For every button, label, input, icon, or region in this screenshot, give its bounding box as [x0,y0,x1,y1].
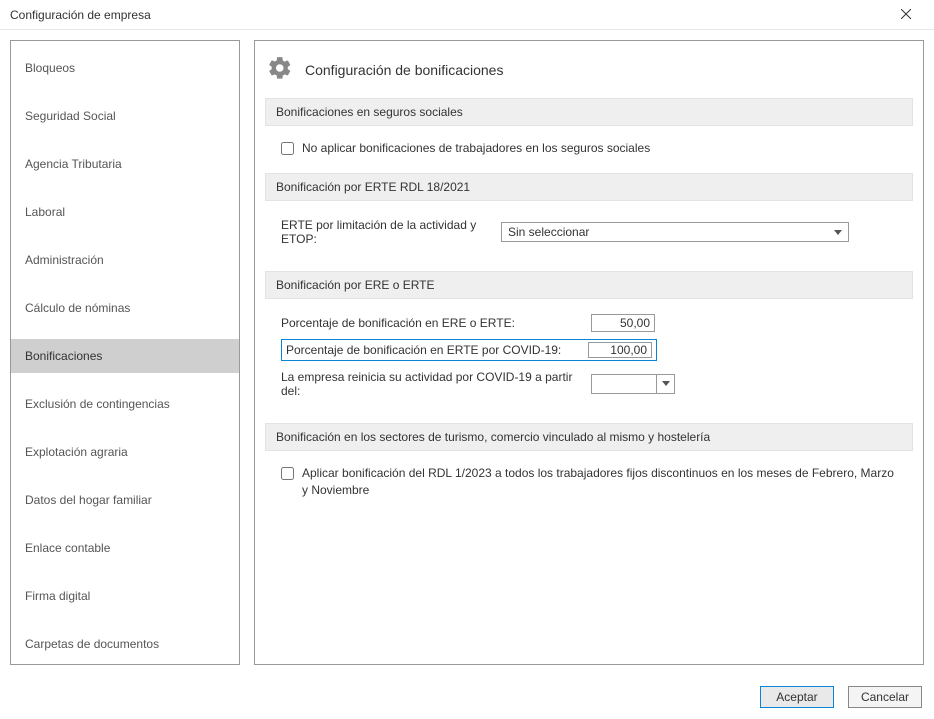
sidebar-item-label: Enlace contable [25,541,110,555]
sidebar-item-label: Firma digital [25,589,90,603]
section-title: Bonificación por ERTE RDL 18/2021 [276,180,470,194]
sidebar-item-calculo-nominas[interactable]: Cálculo de nóminas [11,291,239,325]
sidebar-item-enlace-contable[interactable]: Enlace contable [11,531,239,565]
footer: Aceptar Cancelar [0,675,934,719]
sidebar-item-laboral[interactable]: Laboral [11,195,239,229]
section-title: Bonificación en los sectores de turismo,… [276,430,710,444]
checkbox-no-aplicar-bonificaciones[interactable] [281,142,294,155]
row-no-aplicar-bonificaciones: No aplicar bonificaciones de trabajadore… [281,140,897,157]
section-bar-ere-erte: Bonificación por ERE o ERTE [265,271,913,299]
checkbox-label: Aplicar bonificación del RDL 1/2023 a to… [302,465,897,499]
checkbox-label: No aplicar bonificaciones de trabajadore… [302,140,650,157]
sidebar-item-label: Bonificaciones [25,349,102,363]
sidebar-item-firma-digital[interactable]: Firma digital [11,579,239,613]
sidebar-item-label: Agencia Tributaria [25,157,122,171]
window-title: Configuración de empresa [10,8,151,22]
date-select-reinicia[interactable] [591,374,675,394]
row-pct-ere: Porcentaje de bonificación en ERE o ERTE… [281,313,897,333]
close-button[interactable] [886,1,926,29]
label-reinicia-actividad: La empresa reinicia su actividad por COV… [281,367,591,401]
section-title: Bonificación por ERE o ERTE [276,278,435,292]
sidebar-item-carpetas-documentos[interactable]: Carpetas de documentos [11,627,239,661]
sidebar-item-label: Datos del hogar familiar [25,493,152,507]
cancel-button[interactable]: Cancelar [848,686,922,708]
sidebar-item-exclusion-contingencias[interactable]: Exclusión de contingencias [11,387,239,421]
page-title: Configuración de bonificaciones [305,62,503,78]
label-pct-covid: Porcentaje de bonificación en ERTE por C… [282,340,588,360]
sidebar-item-label: Bloqueos [25,61,75,75]
checkbox-aplicar-rdl-1-2023[interactable] [281,467,294,480]
select-erte-limitacion[interactable]: Sin seleccionar [501,222,849,242]
sidebar-item-bloqueos[interactable]: Bloqueos [11,51,239,85]
sidebar-item-agencia-tributaria[interactable]: Agencia Tributaria [11,147,239,181]
sidebar: Bloqueos Seguridad Social Agencia Tribut… [10,40,240,665]
sidebar-item-label: Exclusión de contingencias [25,397,170,411]
sidebar-item-administracion[interactable]: Administración [11,243,239,277]
select-value: Sin seleccionar [508,225,589,239]
row-erte-limitacion: ERTE por limitación de la actividad y ET… [281,215,897,249]
label-erte-limitacion: ERTE por limitación de la actividad y ET… [281,215,501,249]
accept-button[interactable]: Aceptar [760,686,834,708]
main-panel: Configuración de bonificaciones Bonifica… [254,40,924,665]
sidebar-item-label: Carpetas de documentos [25,637,159,651]
sidebar-item-label: Explotación agraria [25,445,128,459]
row-reinicia-actividad: La empresa reinicia su actividad por COV… [281,367,897,401]
label-pct-ere: Porcentaje de bonificación en ERE o ERTE… [281,313,591,333]
sidebar-item-bonificaciones[interactable]: Bonificaciones [11,339,239,373]
sidebar-item-label: Laboral [25,205,65,219]
sidebar-item-label: Seguridad Social [25,109,116,123]
chevron-down-icon [656,375,674,393]
sidebar-item-seguridad-social[interactable]: Seguridad Social [11,99,239,133]
input-pct-covid[interactable] [588,342,652,358]
sidebar-item-label: Cálculo de nóminas [25,301,130,315]
sidebar-item-explotacion-agraria[interactable]: Explotación agraria [11,435,239,469]
page-header: Configuración de bonificaciones [265,55,913,98]
section-title: Bonificaciones en seguros sociales [276,105,463,119]
chevron-down-icon [834,225,842,239]
sidebar-item-label: Administración [25,253,104,267]
sidebar-item-datos-hogar-familiar[interactable]: Datos del hogar familiar [11,483,239,517]
close-icon [901,8,911,22]
row-aplicar-rdl-1-2023: Aplicar bonificación del RDL 1/2023 a to… [281,465,897,499]
titlebar: Configuración de empresa [0,0,934,30]
section-bar-seguros: Bonificaciones en seguros sociales [265,98,913,126]
gear-icon [267,55,293,84]
row-pct-covid: Porcentaje de bonificación en ERTE por C… [281,339,897,361]
input-pct-ere[interactable] [591,314,655,332]
section-bar-erte-rdl: Bonificación por ERTE RDL 18/2021 [265,173,913,201]
section-bar-turismo: Bonificación en los sectores de turismo,… [265,423,913,451]
highlight-pct-covid: Porcentaje de bonificación en ERTE por C… [281,339,657,361]
